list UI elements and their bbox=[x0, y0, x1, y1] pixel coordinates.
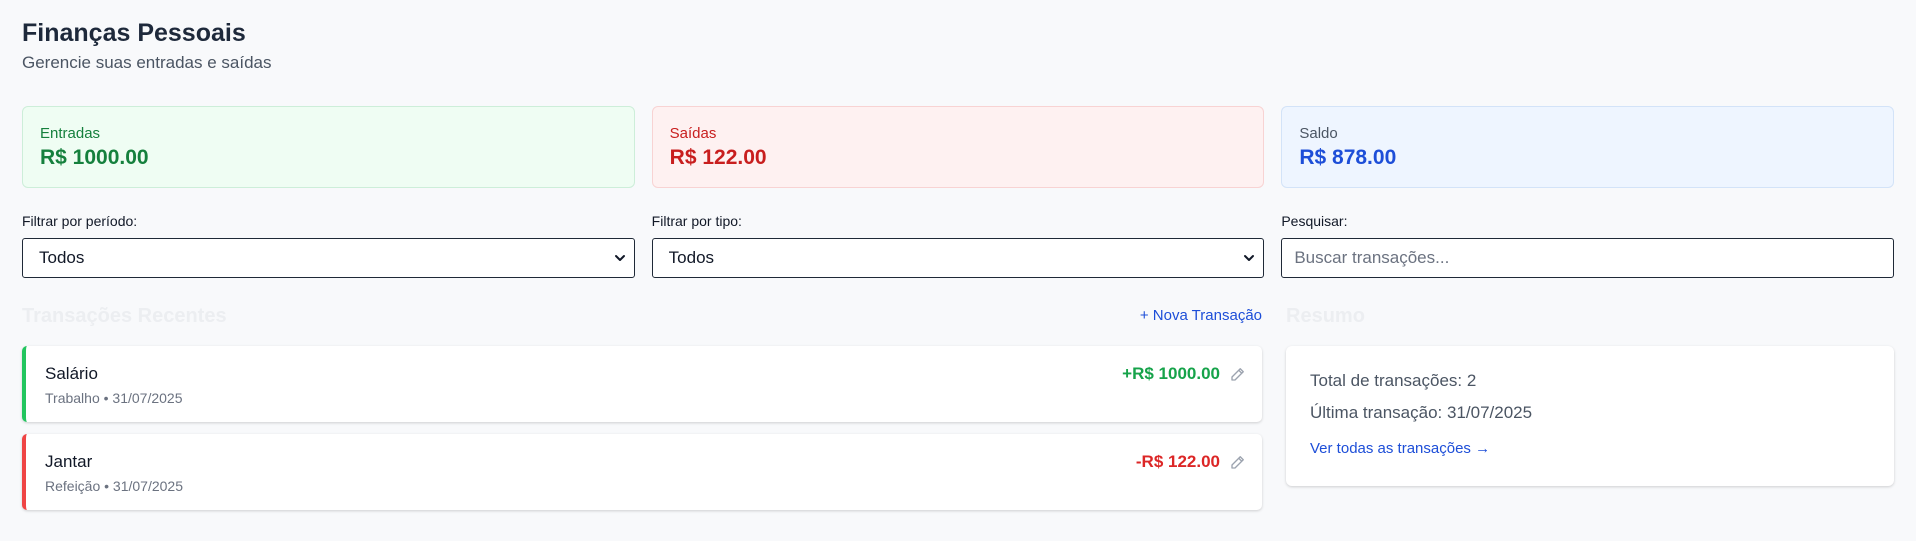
pencil-icon bbox=[1231, 456, 1244, 469]
transaction-row: Jantar Refeição • 31/07/2025 -R$ 122.00 bbox=[22, 434, 1262, 510]
pencil-icon bbox=[1231, 368, 1244, 381]
summary-cards: Entradas R$ 1000.00 Saídas R$ 122.00 Sal… bbox=[22, 106, 1895, 188]
transaction-amount: -R$ 122.00 bbox=[1135, 452, 1220, 471]
edit-button[interactable] bbox=[1228, 364, 1248, 384]
page: Finanças Pessoais Gerencie suas entradas… bbox=[0, 0, 1916, 541]
period-filter: Filtrar por período: Todos bbox=[22, 212, 635, 278]
transactions-header: Transações Recentes + Nova Transação bbox=[22, 304, 1262, 328]
filters-bar: Filtrar por período: Todos Filtrar por t… bbox=[22, 212, 1895, 278]
new-transaction-link[interactable]: + Nova Transação bbox=[1140, 304, 1262, 328]
transactions-title: Transações Recentes bbox=[22, 305, 227, 327]
search-input[interactable] bbox=[1294, 248, 1878, 268]
view-all-link[interactable]: Ver todas as transações → bbox=[1310, 440, 1490, 457]
balance-label: Saldo bbox=[1299, 125, 1338, 142]
summary-last: Última transação: 31/07/2025 bbox=[1310, 403, 1533, 422]
income-card: Entradas R$ 1000.00 bbox=[22, 106, 635, 188]
period-select[interactable]: Todos bbox=[22, 238, 635, 278]
edit-button[interactable] bbox=[1228, 452, 1248, 472]
balance-card: Saldo R$ 878.00 bbox=[1281, 106, 1895, 188]
page-title: Finanças Pessoais bbox=[22, 19, 246, 47]
balance-value: R$ 878.00 bbox=[1299, 146, 1397, 169]
search-filter: Pesquisar: bbox=[1281, 212, 1895, 278]
summary-card: Total de transações: 2 Última transação:… bbox=[1286, 346, 1894, 486]
transaction-actions: -R$ 122.00 bbox=[1136, 452, 1248, 472]
transaction-amount: +R$ 1000.00 bbox=[1122, 364, 1220, 383]
page-subtitle: Gerencie suas entradas e saídas bbox=[22, 53, 272, 72]
transaction-actions: +R$ 1000.00 bbox=[1122, 364, 1248, 384]
income-label: Entradas bbox=[40, 125, 101, 142]
expenses-label: Saídas bbox=[669, 125, 717, 142]
period-filter-label: Filtrar por período: bbox=[22, 213, 138, 229]
transaction-meta: Trabalho • 31/07/2025 bbox=[45, 390, 183, 406]
search-box bbox=[1281, 238, 1895, 278]
expenses-card: Saídas R$ 122.00 bbox=[651, 106, 1265, 188]
type-select[interactable]: Todos bbox=[651, 238, 1265, 278]
income-value: R$ 1000.00 bbox=[40, 146, 149, 169]
transaction-row: Salário Trabalho • 31/07/2025 +R$ 1000.0… bbox=[22, 346, 1262, 422]
type-filter: Filtrar por tipo: Todos bbox=[651, 212, 1265, 278]
transaction-meta: Refeição • 31/07/2025 bbox=[45, 478, 184, 494]
transaction-name: Salário bbox=[45, 364, 98, 383]
search-label: Pesquisar: bbox=[1281, 213, 1348, 229]
expenses-value: R$ 122.00 bbox=[669, 146, 767, 169]
chevron-down-icon bbox=[1244, 255, 1255, 261]
type-select-value: Todos bbox=[668, 248, 715, 267]
type-filter-label: Filtrar por tipo: bbox=[651, 213, 742, 229]
transaction-name: Jantar bbox=[45, 452, 93, 471]
page-header: Finanças Pessoais Gerencie suas entradas… bbox=[22, 18, 271, 73]
transaction-list: Salário Trabalho • 31/07/2025 +R$ 1000.0… bbox=[22, 346, 1262, 522]
summary-total: Total de transações: 2 bbox=[1310, 371, 1477, 390]
period-select-value: Todos bbox=[39, 248, 85, 267]
summary-title: Resumo bbox=[1286, 305, 1365, 327]
chevron-down-icon bbox=[614, 255, 625, 261]
